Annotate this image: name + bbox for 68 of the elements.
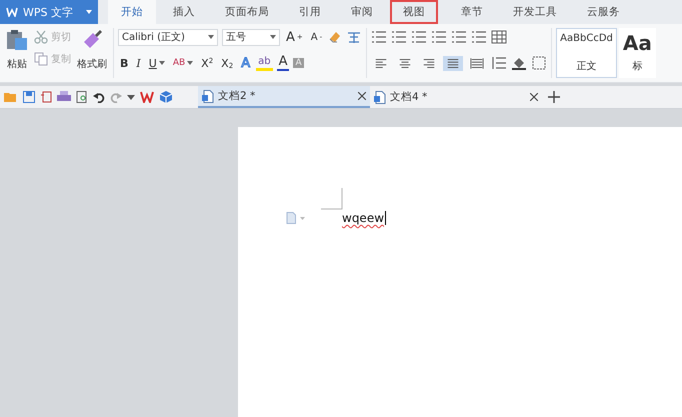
- font-family-dropdown[interactable]: Calibri (正文): [118, 28, 218, 46]
- list-icon: [451, 30, 468, 44]
- w-logo-icon[interactable]: [140, 91, 154, 103]
- menu-tab[interactable]: 开始: [108, 0, 156, 24]
- style-preset[interactable]: Aa 标: [618, 28, 656, 78]
- font-size-dropdown[interactable]: 五号: [222, 28, 280, 46]
- caret-icon: [270, 35, 276, 39]
- border-icon: [531, 56, 548, 70]
- align-icon: [422, 58, 436, 68]
- align-button[interactable]: [443, 56, 464, 70]
- format-button[interactable]: B: [118, 56, 130, 70]
- margin-corner-mark: [321, 188, 343, 210]
- printer-icon[interactable]: [57, 91, 71, 103]
- plus-icon[interactable]: [548, 91, 560, 103]
- paste-button[interactable]: 粘贴: [4, 27, 30, 73]
- save-icon[interactable]: [23, 91, 35, 103]
- scissors-icon: [34, 30, 48, 44]
- list-icon: [471, 30, 488, 44]
- undo-icon[interactable]: [93, 91, 105, 103]
- caret-icon: [158, 61, 165, 65]
- format-button[interactable]: I: [134, 56, 143, 70]
- cube-icon[interactable]: [159, 90, 173, 104]
- line-spacing-icon: [491, 56, 508, 70]
- logo-icon: [6, 7, 18, 17]
- menu-tab[interactable]: 章节: [448, 0, 496, 24]
- menu-tab[interactable]: 页面布局: [212, 0, 282, 24]
- caret-icon: [86, 10, 92, 14]
- document-icon[interactable]: [40, 91, 52, 103]
- list-icon: [411, 30, 428, 44]
- list-icon: [431, 30, 448, 44]
- align-icon: [374, 58, 388, 68]
- caret-icon[interactable]: [127, 94, 135, 100]
- format-painter-button[interactable]: 格式刷: [75, 27, 109, 73]
- document-icon: [374, 90, 386, 104]
- align-icon: [398, 58, 412, 68]
- clipboard-icon: [6, 29, 28, 51]
- caret-icon: [187, 61, 194, 65]
- align-icon: [446, 58, 460, 68]
- preview-icon[interactable]: [76, 91, 88, 103]
- menu-tab[interactable]: 插入: [160, 0, 208, 24]
- format-button[interactable]: X$^{2}$: [199, 56, 216, 70]
- eraser-icon: [328, 30, 342, 44]
- style-preset[interactable]: AaBbCcDd 正文: [556, 28, 617, 78]
- menu-tab[interactable]: 云服务: [574, 0, 633, 24]
- caret-icon: [208, 35, 214, 39]
- menu-tab[interactable]: 引用: [286, 0, 334, 24]
- document-text[interactable]: wqeew: [342, 211, 384, 225]
- close-icon[interactable]: [530, 93, 538, 101]
- document-tab[interactable]: 文档4 *: [370, 86, 542, 108]
- list-icon: [371, 30, 388, 44]
- menu-tab[interactable]: 审阅: [338, 0, 386, 24]
- document-tab[interactable]: 文档2 *: [198, 86, 370, 108]
- format-button[interactable]: X$_{2}$: [219, 56, 236, 70]
- menu-tab[interactable]: 视图: [390, 0, 438, 24]
- menu-tab[interactable]: 开发工具: [500, 0, 570, 24]
- text-color-button[interactable]: A: [276, 55, 290, 71]
- document-icon: [202, 90, 214, 102]
- format-button[interactable]: U: [146, 56, 167, 70]
- table-icon: [491, 30, 508, 44]
- text-color-button[interactable]: ab: [256, 56, 273, 70]
- paragraph-handle-icon[interactable]: [286, 212, 306, 224]
- app-menu-button[interactable]: WPS 文字: [0, 0, 98, 24]
- list-icon: [391, 30, 408, 44]
- copy-icon: [34, 52, 48, 66]
- grow-font-button[interactable]: A$^{+}$: [284, 30, 305, 44]
- format-button[interactable]: AB: [170, 58, 196, 68]
- close-icon[interactable]: [358, 92, 366, 100]
- align-icon: [470, 58, 484, 68]
